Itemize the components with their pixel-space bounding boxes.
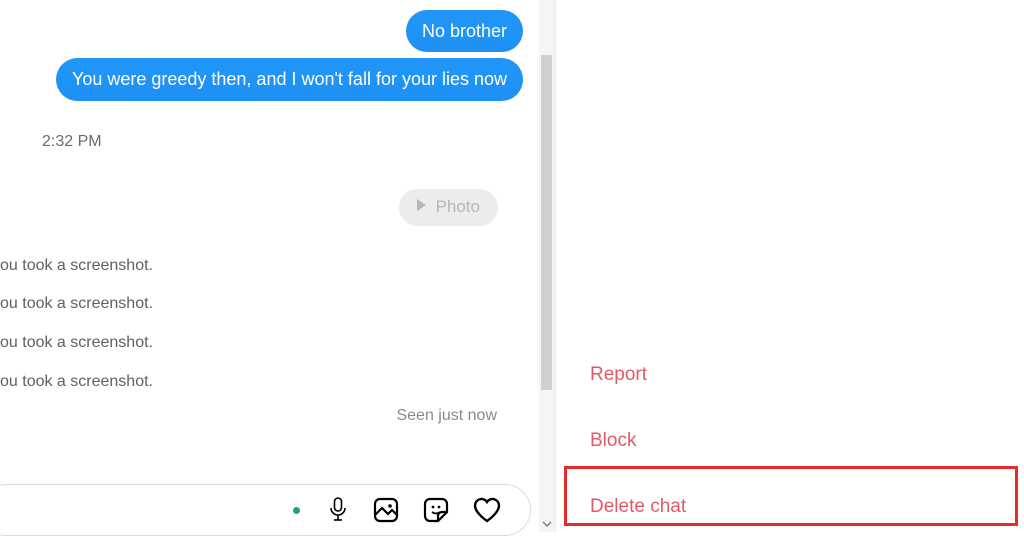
- chevron-down-icon: [542, 519, 552, 529]
- system-event-line: ou took a screenshot.: [0, 372, 533, 393]
- seen-row: Seen just now: [0, 407, 533, 425]
- online-status-dot: [293, 507, 300, 514]
- system-events: ou took a screenshot. ou took a screensh…: [0, 256, 533, 393]
- messages-area: No brother You were greedy then, and I w…: [0, 0, 555, 484]
- report-label: Report: [590, 364, 647, 385]
- chat-pane: No brother You were greedy then, and I w…: [0, 0, 555, 532]
- outgoing-message-bubble[interactable]: No brother: [406, 10, 523, 52]
- play-icon: [413, 197, 429, 218]
- outgoing-message-bubble[interactable]: You were greedy then, and I won't fall f…: [56, 58, 523, 100]
- sticker-icon: [422, 496, 450, 524]
- delete-chat-label: Delete chat: [590, 496, 686, 517]
- seen-label: Seen just now: [396, 407, 497, 424]
- conversation-actions: Report Block Delete chat: [586, 358, 1012, 524]
- voice-record-button[interactable]: [326, 496, 350, 524]
- scrollbar[interactable]: [539, 0, 555, 532]
- details-pane: Report Block Delete chat: [555, 0, 1024, 532]
- image-icon: [372, 496, 400, 524]
- block-label: Block: [590, 430, 636, 451]
- mic-icon: [326, 496, 350, 524]
- message-composer[interactable]: [0, 484, 531, 536]
- like-button[interactable]: [472, 496, 502, 524]
- message-row: You were greedy then, and I won't fall f…: [0, 58, 533, 100]
- message-row: No brother: [0, 10, 533, 52]
- photo-chip-row: Photo: [0, 189, 533, 226]
- timestamp-label: 2:32 PM: [42, 133, 102, 150]
- scrollbar-thumb[interactable]: [541, 55, 552, 390]
- report-action[interactable]: Report: [586, 358, 1012, 392]
- block-action[interactable]: Block: [586, 424, 1012, 458]
- system-event-line: ou took a screenshot.: [0, 256, 533, 277]
- system-event-line: ou took a screenshot.: [0, 294, 533, 315]
- message-text: No brother: [422, 21, 507, 41]
- heart-icon: [472, 496, 502, 524]
- scroll-down-arrow[interactable]: [539, 516, 555, 532]
- system-event-line: ou took a screenshot.: [0, 333, 533, 354]
- message-text: You were greedy then, and I won't fall f…: [72, 69, 507, 89]
- sticker-button[interactable]: [422, 496, 450, 524]
- gallery-button[interactable]: [372, 496, 400, 524]
- photo-attachment-chip[interactable]: Photo: [399, 189, 498, 226]
- timestamp-row: 2:32 PM: [0, 133, 533, 151]
- delete-chat-action[interactable]: Delete chat: [586, 490, 1012, 524]
- photo-chip-label: Photo: [436, 197, 480, 217]
